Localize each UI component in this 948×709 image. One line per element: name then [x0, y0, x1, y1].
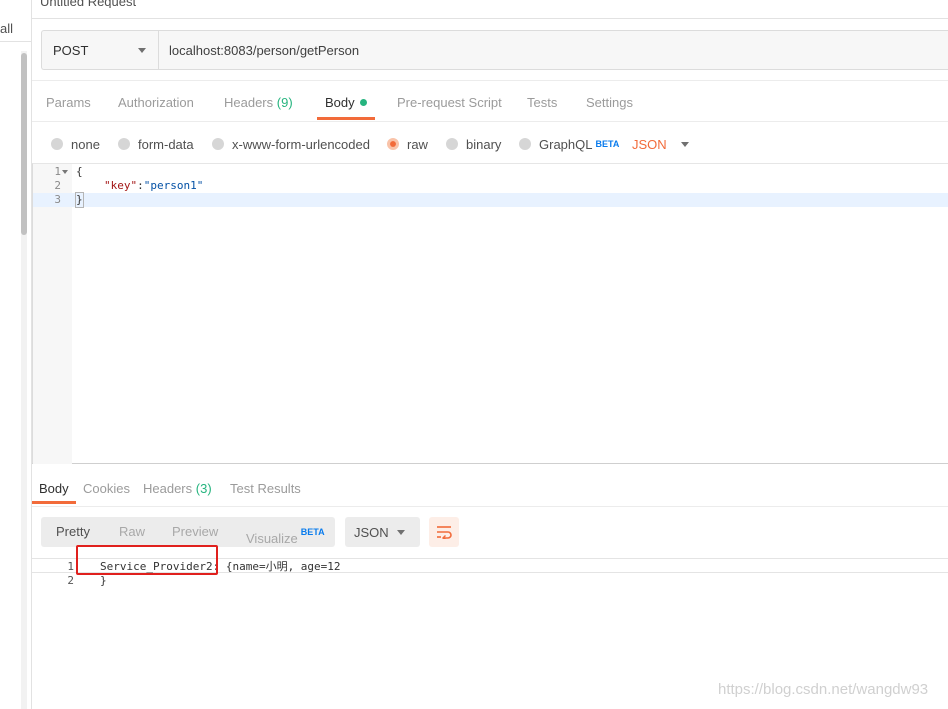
response-view-modes: Pretty Raw Preview Visualize BETA [41, 517, 335, 547]
annotation-highlight-box [76, 545, 218, 575]
button-label: Raw [119, 524, 146, 539]
view-raw-button[interactable]: Raw [119, 517, 145, 547]
editor-line: 2 "key":"person1" [33, 179, 948, 193]
headers-count-badge: (9) [276, 95, 293, 110]
tab-label: Body [325, 95, 355, 110]
radio-form-data[interactable]: form-data [118, 131, 194, 157]
url-input[interactable]: localhost:8083/person/getPerson [159, 31, 948, 69]
request-body-editor[interactable]: 1 { 2 "key":"person1" 3 } [32, 163, 948, 464]
title-divider [32, 18, 948, 19]
tab-label: Cookies [83, 481, 130, 496]
code-text: { [76, 165, 83, 178]
radio-x-www-form-urlencoded[interactable]: x-www-form-urlencoded [212, 131, 370, 157]
language-select[interactable]: JSON [632, 131, 689, 157]
radio-icon [519, 138, 531, 150]
line-number: 1 [54, 165, 61, 178]
code-text: "key":"person1" [104, 179, 203, 193]
tab-label: Params [46, 95, 91, 110]
tab-params[interactable]: Params [46, 86, 91, 120]
tab-headers[interactable]: Headers (9) [224, 86, 293, 120]
chevron-down-icon [397, 530, 405, 535]
response-tab-headers[interactable]: Headers (3) [143, 474, 212, 504]
json-key: "key" [104, 179, 138, 192]
radio-icon [212, 138, 224, 150]
radio-graphql[interactable]: GraphQL BETA [519, 131, 619, 157]
fold-arrow-icon[interactable] [62, 170, 68, 174]
tab-label: Body [39, 481, 69, 496]
radio-icon [51, 138, 63, 150]
json-value: "person1" [143, 179, 204, 192]
code-text: } [100, 574, 107, 587]
sidebar-partial-text[interactable]: all [0, 21, 13, 36]
button-label: Visualize [246, 531, 298, 546]
view-pretty-button[interactable]: Pretty [56, 517, 90, 547]
chevron-down-icon [680, 141, 689, 147]
wrap-lines-button[interactable] [429, 517, 459, 547]
radio-label: none [71, 136, 100, 152]
tab-label: Headers [224, 95, 274, 110]
format-label: JSON [354, 524, 389, 540]
main-panel: Untitled Request POST localhost:8083/per… [32, 0, 948, 709]
tab-label: Settings [586, 95, 633, 110]
radio-checked-icon [387, 138, 399, 150]
watermark: https://blog.csdn.net/wangdw93 [718, 681, 929, 698]
chevron-down-icon [138, 48, 146, 53]
beta-badge: BETA [300, 527, 325, 537]
divider [32, 121, 948, 122]
radio-icon [446, 138, 458, 150]
radio-label: form-data [138, 136, 194, 152]
code-text: } [75, 192, 84, 208]
radio-label: GraphQL [539, 136, 593, 152]
line-number: 3 [54, 193, 61, 206]
editor-gutter [33, 164, 72, 464]
radio-none[interactable]: none [51, 131, 100, 157]
sidebar: all [0, 0, 32, 709]
tab-tests[interactable]: Tests [527, 86, 557, 120]
line-number: 1 [67, 560, 74, 573]
sidebar-divider [0, 41, 31, 42]
tab-pre-request-script[interactable]: Pre-request Script [397, 86, 502, 120]
line-number: 2 [54, 179, 61, 192]
sidebar-scrollbar-thumb[interactable] [21, 53, 27, 235]
response-format-select[interactable]: JSON [345, 517, 420, 547]
json-separator: : [137, 179, 144, 192]
button-label: Preview [172, 524, 219, 539]
tab-authorization[interactable]: Authorization [118, 86, 194, 120]
request-tab-title[interactable]: Untitled Request [40, 0, 136, 8]
response-line: 2 } [32, 573, 948, 588]
divider [32, 506, 948, 507]
status-dot-icon [359, 99, 367, 106]
view-preview-button[interactable]: Preview [172, 517, 218, 547]
editor-line-active: 3 } [33, 192, 948, 208]
wrap-lines-icon [437, 526, 452, 539]
url-text: localhost:8083/person/getPerson [169, 42, 360, 58]
request-bar: POST localhost:8083/person/getPerson [41, 30, 948, 70]
radio-label: x-www-form-urlencoded [232, 136, 370, 152]
response-tab-body[interactable]: Body [32, 474, 76, 504]
line-number: 2 [67, 574, 74, 587]
editor-line: 1 { [33, 165, 948, 179]
headers-count-badge: (3) [195, 481, 212, 496]
radio-label: raw [407, 136, 428, 152]
response-tab-test-results[interactable]: Test Results [230, 474, 301, 504]
radio-label: binary [466, 136, 502, 152]
method-select[interactable]: POST [42, 31, 159, 69]
tab-label: Tests [527, 95, 558, 110]
response-tab-cookies[interactable]: Cookies [83, 474, 130, 504]
tab-label: Headers [143, 481, 193, 496]
radio-binary[interactable]: binary [446, 131, 501, 157]
view-visualize-button[interactable]: Visualize BETA [246, 517, 325, 547]
tab-label: Pre-request Script [397, 95, 502, 110]
language-label: JSON [632, 136, 667, 152]
method-label: POST [53, 42, 89, 58]
tab-label: Authorization [118, 95, 194, 110]
beta-badge: BETA [595, 139, 620, 149]
tab-label: Test Results [230, 481, 301, 496]
divider [32, 80, 948, 81]
button-label: Pretty [56, 524, 90, 539]
radio-raw[interactable]: raw [387, 131, 428, 157]
radio-icon [118, 138, 130, 150]
tab-body[interactable]: Body [317, 86, 375, 120]
tab-settings[interactable]: Settings [586, 86, 633, 120]
